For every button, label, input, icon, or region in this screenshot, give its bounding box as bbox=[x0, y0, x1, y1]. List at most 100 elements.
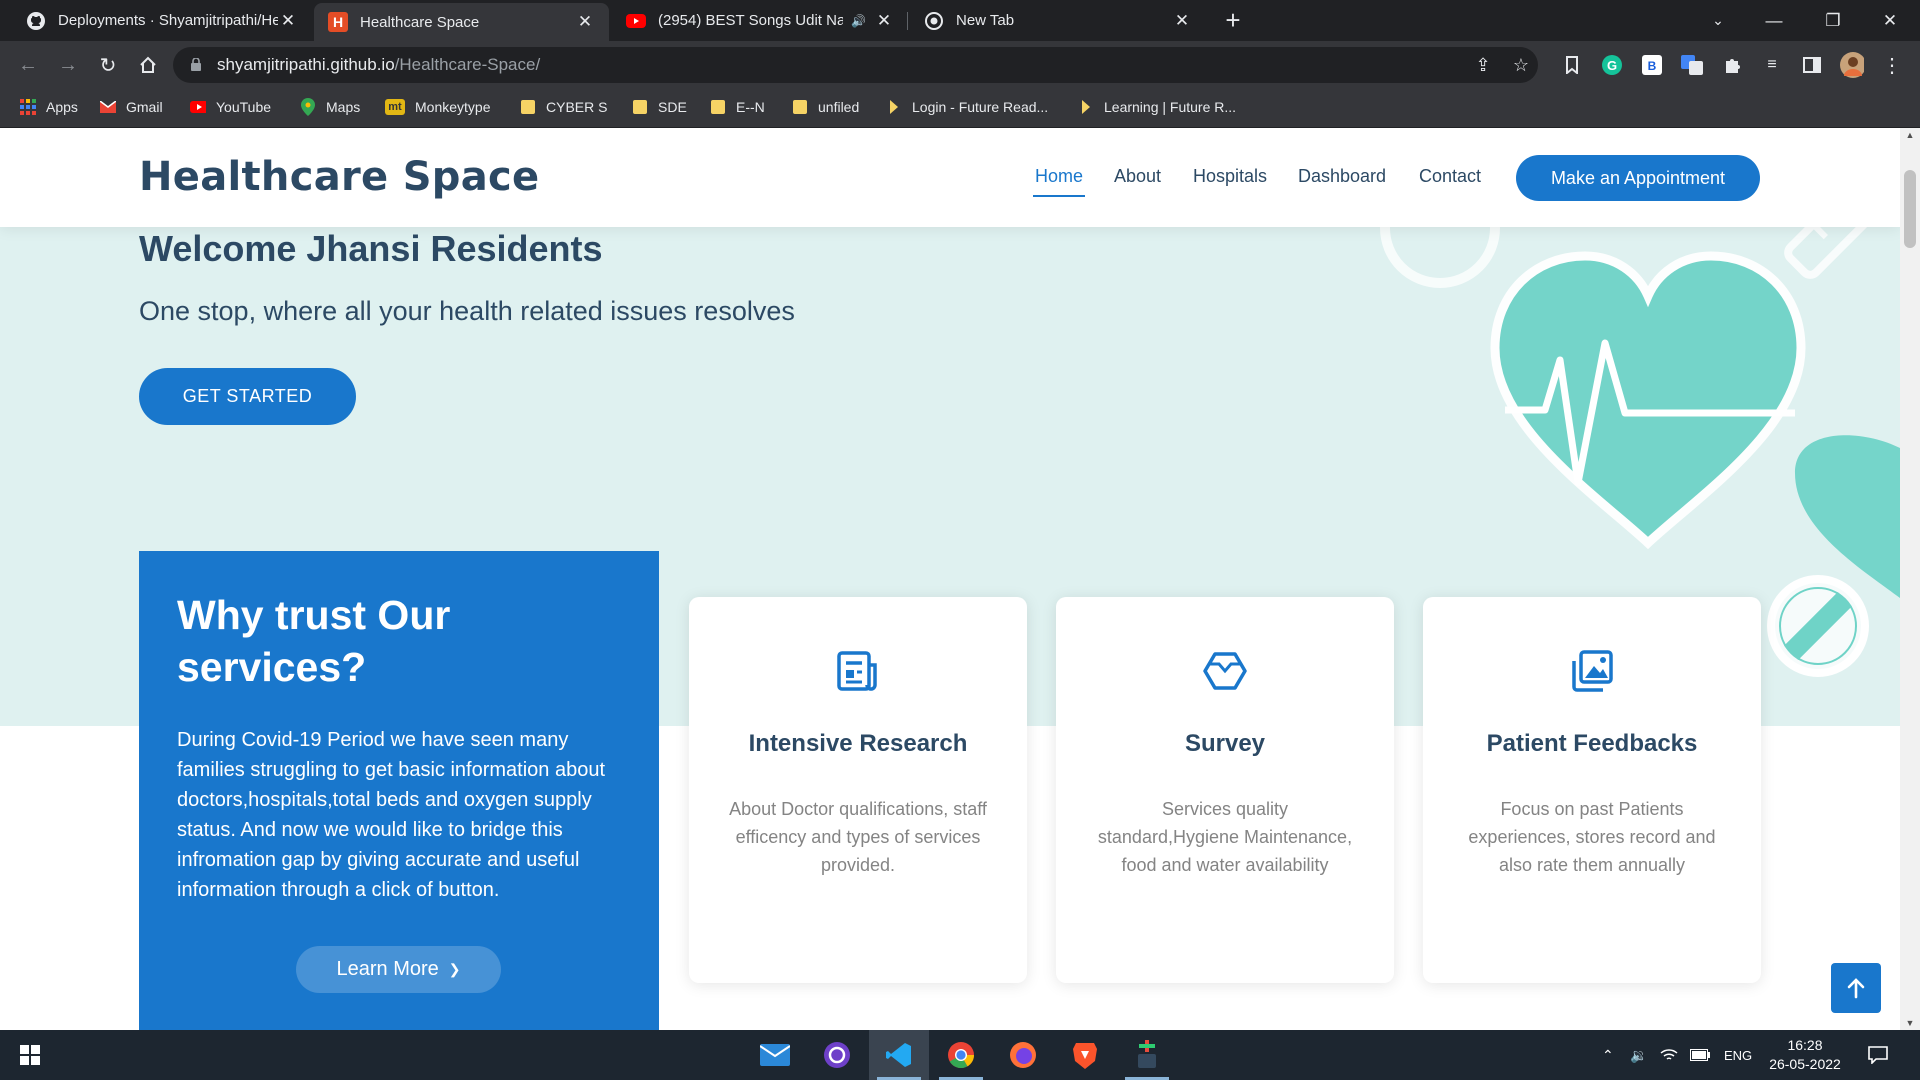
tab-healthcare-space[interactable]: H Healthcare Space ✕ bbox=[314, 3, 609, 41]
page-viewport: Welcome Jhansi Residents One stop, where… bbox=[0, 128, 1900, 1030]
close-tab-icon[interactable]: ✕ bbox=[278, 11, 298, 31]
chrome-menu-icon[interactable]: ⋮ bbox=[1880, 53, 1904, 77]
close-window-icon[interactable]: ✕ bbox=[1862, 0, 1918, 41]
nav-home[interactable]: Home bbox=[1035, 166, 1083, 187]
feature-card-survey: Survey Services quality standard,Hygiene… bbox=[1056, 597, 1394, 983]
future-ready-icon bbox=[886, 99, 902, 115]
bookmark-label: SDE bbox=[658, 99, 687, 115]
language-indicator[interactable]: ENG bbox=[1724, 1030, 1752, 1080]
notifications-icon[interactable] bbox=[1868, 1030, 1888, 1080]
tab-new-tab[interactable]: New Tab ✕ bbox=[910, 0, 1206, 41]
firefox-icon[interactable] bbox=[993, 1030, 1053, 1080]
brave-icon[interactable] bbox=[1055, 1030, 1115, 1080]
get-started-button[interactable]: GET STARTED bbox=[139, 368, 356, 425]
new-tab-button[interactable]: + bbox=[1219, 7, 1247, 34]
future-ready-icon bbox=[1078, 99, 1094, 115]
bookmark-label: CYBER S bbox=[546, 99, 608, 115]
bitwarden-icon[interactable]: B bbox=[1640, 53, 1664, 77]
bookmark-apps[interactable]: Apps bbox=[20, 89, 78, 125]
maps-icon bbox=[300, 98, 316, 116]
extensions-puzzle-icon[interactable] bbox=[1720, 53, 1744, 77]
share-icon[interactable]: ⇪ bbox=[1473, 55, 1493, 75]
bookmark-folder-cyber[interactable]: CYBER S bbox=[520, 89, 607, 125]
close-tab-icon[interactable]: ✕ bbox=[1172, 11, 1192, 31]
media-control-icon[interactable]: ≡ bbox=[1760, 53, 1784, 77]
clock-date: 26-05-2022 bbox=[1769, 1056, 1841, 1072]
bookmark-label: YouTube bbox=[216, 99, 272, 115]
bookmark-learning-future-ready[interactable]: Learning | Future R... bbox=[1078, 89, 1236, 125]
bookmark-label: unfiled bbox=[818, 99, 860, 115]
learn-more-button[interactable]: Learn More ❯ bbox=[296, 946, 501, 993]
tab-search-icon[interactable]: ⌄ bbox=[1690, 0, 1746, 41]
side-panel-icon[interactable] bbox=[1800, 53, 1824, 77]
mail-icon[interactable] bbox=[745, 1030, 805, 1080]
close-tab-icon[interactable]: ✕ bbox=[575, 12, 595, 32]
svg-text:B: B bbox=[1648, 59, 1657, 73]
scroll-down-icon[interactable]: ▼ bbox=[1900, 1018, 1920, 1028]
folder-icon bbox=[710, 99, 726, 115]
github-desktop-icon[interactable] bbox=[807, 1030, 867, 1080]
tab-deployments[interactable]: Deployments · Shyamjitripathi/Hea ✕ bbox=[12, 0, 312, 41]
chrome-icon[interactable] bbox=[931, 1030, 991, 1080]
windows-start-icon[interactable] bbox=[0, 1030, 60, 1080]
bookmark-youtube[interactable]: YouTube bbox=[190, 89, 271, 125]
page-scrollbar[interactable]: ▲ ▼ bbox=[1900, 128, 1920, 1030]
nav-hospitals[interactable]: Hospitals bbox=[1193, 166, 1267, 187]
forward-icon[interactable]: → bbox=[52, 49, 84, 81]
close-tab-icon[interactable]: ✕ bbox=[874, 11, 894, 31]
nav-about[interactable]: About bbox=[1114, 166, 1161, 187]
card-text: About Doctor qualifications, staff effic… bbox=[729, 799, 987, 875]
bookmark-star-icon[interactable]: ☆ bbox=[1511, 55, 1531, 75]
bookmark-maps[interactable]: Maps bbox=[300, 89, 360, 125]
vscode-icon[interactable] bbox=[869, 1030, 929, 1080]
bookmark-login-future-ready[interactable]: Login - Future Read... bbox=[886, 89, 1048, 125]
site-logo[interactable]: Healthcare Space bbox=[139, 154, 539, 200]
battery-icon[interactable] bbox=[1690, 1030, 1710, 1080]
profile-avatar[interactable] bbox=[1840, 52, 1864, 78]
back-icon[interactable]: ← bbox=[12, 49, 44, 81]
bookmark-folder-unfiled[interactable]: unfiled bbox=[792, 89, 859, 125]
nav-dashboard[interactable]: Dashboard bbox=[1298, 166, 1386, 187]
scroll-up-icon[interactable]: ▲ bbox=[1900, 130, 1920, 140]
wifi-icon[interactable] bbox=[1660, 1030, 1678, 1080]
address-bar[interactable]: shyamjitripathi.github.io/Healthcare-Spa… bbox=[173, 47, 1538, 83]
bookmark-monkeytype[interactable]: mt Monkeytype bbox=[385, 89, 490, 125]
make-appointment-button[interactable]: Make an Appointment bbox=[1516, 155, 1760, 201]
scrollbar-thumb[interactable] bbox=[1904, 170, 1916, 248]
why-trust-box: Why trust Our services? During Covid-19 … bbox=[139, 551, 659, 1030]
card-text: Services quality standard,Hygiene Mainte… bbox=[1097, 799, 1353, 875]
bookmark-folder-sde[interactable]: SDE bbox=[632, 89, 687, 125]
chrome-icon bbox=[924, 11, 944, 31]
tab-title: (2954) BEST Songs Udit Nara bbox=[658, 12, 844, 29]
volume-icon[interactable]: 🔉 bbox=[1630, 1030, 1647, 1080]
home-icon[interactable] bbox=[132, 49, 164, 81]
grammarly-icon[interactable]: G bbox=[1600, 53, 1624, 77]
bookmark-label: Learning | Future R... bbox=[1104, 99, 1237, 115]
show-hidden-icons[interactable]: ⌃ bbox=[1602, 1030, 1614, 1080]
reload-icon[interactable]: ↻ bbox=[92, 49, 124, 81]
bookmark-label: Monkeytype bbox=[415, 99, 491, 115]
bookmark-label: Maps bbox=[326, 99, 361, 115]
monkeytype-icon: mt bbox=[385, 99, 405, 115]
bookmark-folder-en[interactable]: E--N bbox=[710, 89, 765, 125]
tab-title: Healthcare Space bbox=[360, 13, 480, 31]
learn-more-label: Learn More bbox=[336, 958, 439, 980]
nav-contact[interactable]: Contact bbox=[1419, 166, 1481, 187]
card-title: Intensive Research bbox=[748, 730, 968, 757]
system-clock[interactable]: 16:28 26-05-2022 bbox=[1760, 1036, 1850, 1074]
audio-playing-icon[interactable]: 🔊 bbox=[851, 14, 866, 28]
reading-list-icon[interactable] bbox=[1560, 53, 1584, 77]
minimize-icon[interactable]: — bbox=[1746, 0, 1802, 41]
bookmark-label: Login - Future Read... bbox=[912, 99, 1049, 115]
back-to-top-button[interactable] bbox=[1831, 963, 1881, 1013]
tab-youtube-songs[interactable]: (2954) BEST Songs Udit Nara 🔊 ✕ bbox=[612, 0, 908, 41]
stack-app-icon[interactable] bbox=[1117, 1030, 1177, 1080]
bookmark-gmail[interactable]: Gmail bbox=[100, 89, 163, 125]
lock-icon[interactable] bbox=[191, 58, 201, 71]
url-text: shyamjitripathi.github.io/Healthcare-Spa… bbox=[217, 55, 541, 74]
youtube-icon bbox=[190, 99, 206, 115]
card-title: Patient Feedbacks bbox=[1486, 730, 1698, 757]
restore-icon[interactable]: ❐ bbox=[1805, 0, 1861, 41]
card-text: Focus on past Patients experiences, stor… bbox=[1468, 799, 1716, 875]
translate-icon[interactable] bbox=[1680, 53, 1704, 77]
